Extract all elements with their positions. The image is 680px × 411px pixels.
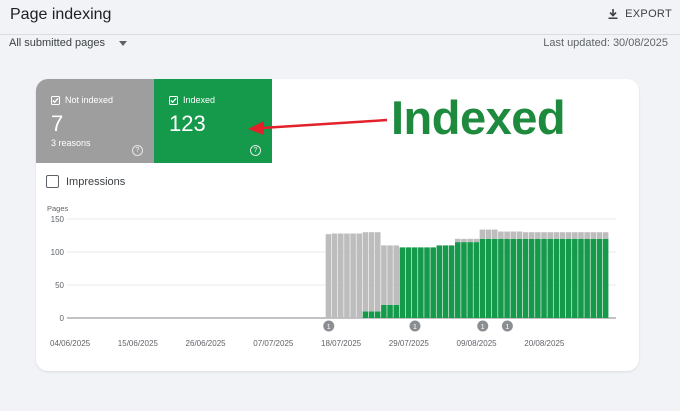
not-indexed-bar <box>590 232 597 239</box>
annotation-marker-label: 1 <box>413 324 417 331</box>
not-indexed-bar <box>473 238 480 243</box>
not-indexed-bar <box>596 232 603 239</box>
indexed-bar <box>547 238 553 318</box>
indexed-bar <box>399 247 406 318</box>
not-indexed-bar <box>387 245 393 305</box>
not-indexed-bar <box>572 232 578 239</box>
indexed-bar <box>473 242 480 318</box>
indexed-bar <box>584 238 590 318</box>
indexed-bar <box>559 238 566 318</box>
not-indexed-bar <box>559 232 566 239</box>
indexed-bar <box>485 238 492 318</box>
annotation-marker-label: 1 <box>505 324 509 331</box>
not-indexed-bar <box>578 232 584 239</box>
indexed-bar <box>572 238 578 318</box>
indexed-bar <box>528 238 535 318</box>
indexed-bar <box>455 242 461 318</box>
not-indexed-bar <box>350 233 356 318</box>
not-indexed-bar <box>362 232 369 312</box>
indexed-bar <box>596 238 603 318</box>
not-indexed-bar <box>325 234 332 318</box>
y-axis-title: Pages <box>47 204 69 213</box>
annotation-arrow-head <box>248 121 264 135</box>
indexed-bar <box>374 311 381 318</box>
x-tick-label: 20/08/2025 <box>524 339 565 348</box>
overlay-svg: Pages 0 50 100 150 04/06/2025 15/06/2025 26/06/… <box>47 118 616 348</box>
x-tick-label: 04/06/2025 <box>50 339 91 348</box>
not-indexed-bar <box>504 231 510 239</box>
indexed-bar <box>418 247 424 318</box>
y-tick-label: 100 <box>51 248 65 257</box>
not-indexed-bar <box>510 231 517 239</box>
indexed-bar <box>381 304 387 318</box>
y-tick-label: 50 <box>55 281 64 290</box>
x-tick-label: 07/07/2025 <box>253 339 294 348</box>
not-indexed-bar <box>547 232 553 239</box>
not-indexed-bar <box>467 238 473 243</box>
indexed-bar <box>411 247 418 318</box>
x-tick-label: 26/06/2025 <box>186 339 227 348</box>
not-indexed-bar <box>381 245 387 305</box>
not-indexed-bar <box>374 232 381 312</box>
indexed-bar <box>602 238 609 318</box>
indexed-bar <box>442 245 449 318</box>
indexed-bar <box>553 238 560 318</box>
indexed-bar <box>368 311 375 318</box>
not-indexed-bar <box>338 233 344 318</box>
not-indexed-bar <box>356 233 363 318</box>
indexed-bar <box>362 311 369 318</box>
indexed-bar <box>590 238 597 318</box>
indexed-bar <box>522 238 529 318</box>
not-indexed-bar <box>491 229 498 239</box>
not-indexed-bar <box>344 233 350 318</box>
y-tick-label: 0 <box>60 314 65 323</box>
not-indexed-bar <box>522 232 529 239</box>
indexed-bar <box>510 238 517 318</box>
indexed-bar <box>461 242 467 318</box>
not-indexed-bar <box>516 231 523 239</box>
indexed-bar <box>448 245 455 318</box>
indexed-bar <box>430 247 436 318</box>
not-indexed-bar <box>485 229 492 239</box>
y-tick-label: 150 <box>51 215 65 224</box>
x-tick-label: 09/08/2025 <box>457 339 498 348</box>
indexed-bar <box>467 242 473 318</box>
indexed-bar <box>405 247 412 318</box>
not-indexed-bar <box>584 232 590 239</box>
indexed-bar <box>535 238 541 318</box>
indexed-bar <box>504 238 510 318</box>
indexed-bar <box>436 245 443 318</box>
x-tick-label: 18/07/2025 <box>321 339 362 348</box>
indexing-chart: Pages 0 50 100 150 04/06/2025 15/06/2025 26/06/… <box>47 204 616 348</box>
indexed-bar <box>424 247 430 318</box>
indexed-bar <box>479 238 486 318</box>
not-indexed-bar <box>553 232 560 239</box>
x-tick-label: 29/07/2025 <box>389 339 430 348</box>
annotation-marker-label: 1 <box>481 324 485 331</box>
indexed-bar <box>565 238 572 318</box>
not-indexed-bar <box>368 232 375 312</box>
indexed-bar <box>578 238 584 318</box>
not-indexed-bar <box>479 229 486 239</box>
not-indexed-bar <box>461 238 467 243</box>
x-tick-label: 15/06/2025 <box>118 339 159 348</box>
not-indexed-bar <box>602 232 609 239</box>
not-indexed-bar <box>528 232 535 239</box>
not-indexed-bar <box>331 233 338 318</box>
not-indexed-bar <box>535 232 541 239</box>
indexed-bar <box>498 238 504 318</box>
annotation-arrow-line <box>261 118 388 130</box>
indexed-bar <box>541 238 547 318</box>
annotation-marker-label: 1 <box>327 324 331 331</box>
not-indexed-bar <box>455 238 461 243</box>
indexed-bar <box>387 304 393 318</box>
not-indexed-bar <box>565 232 572 239</box>
not-indexed-bar <box>541 232 547 239</box>
not-indexed-bar <box>498 231 504 239</box>
indexed-bar <box>393 304 399 318</box>
indexed-bar <box>491 238 498 318</box>
not-indexed-bar <box>393 245 399 305</box>
indexed-bar <box>516 238 523 318</box>
